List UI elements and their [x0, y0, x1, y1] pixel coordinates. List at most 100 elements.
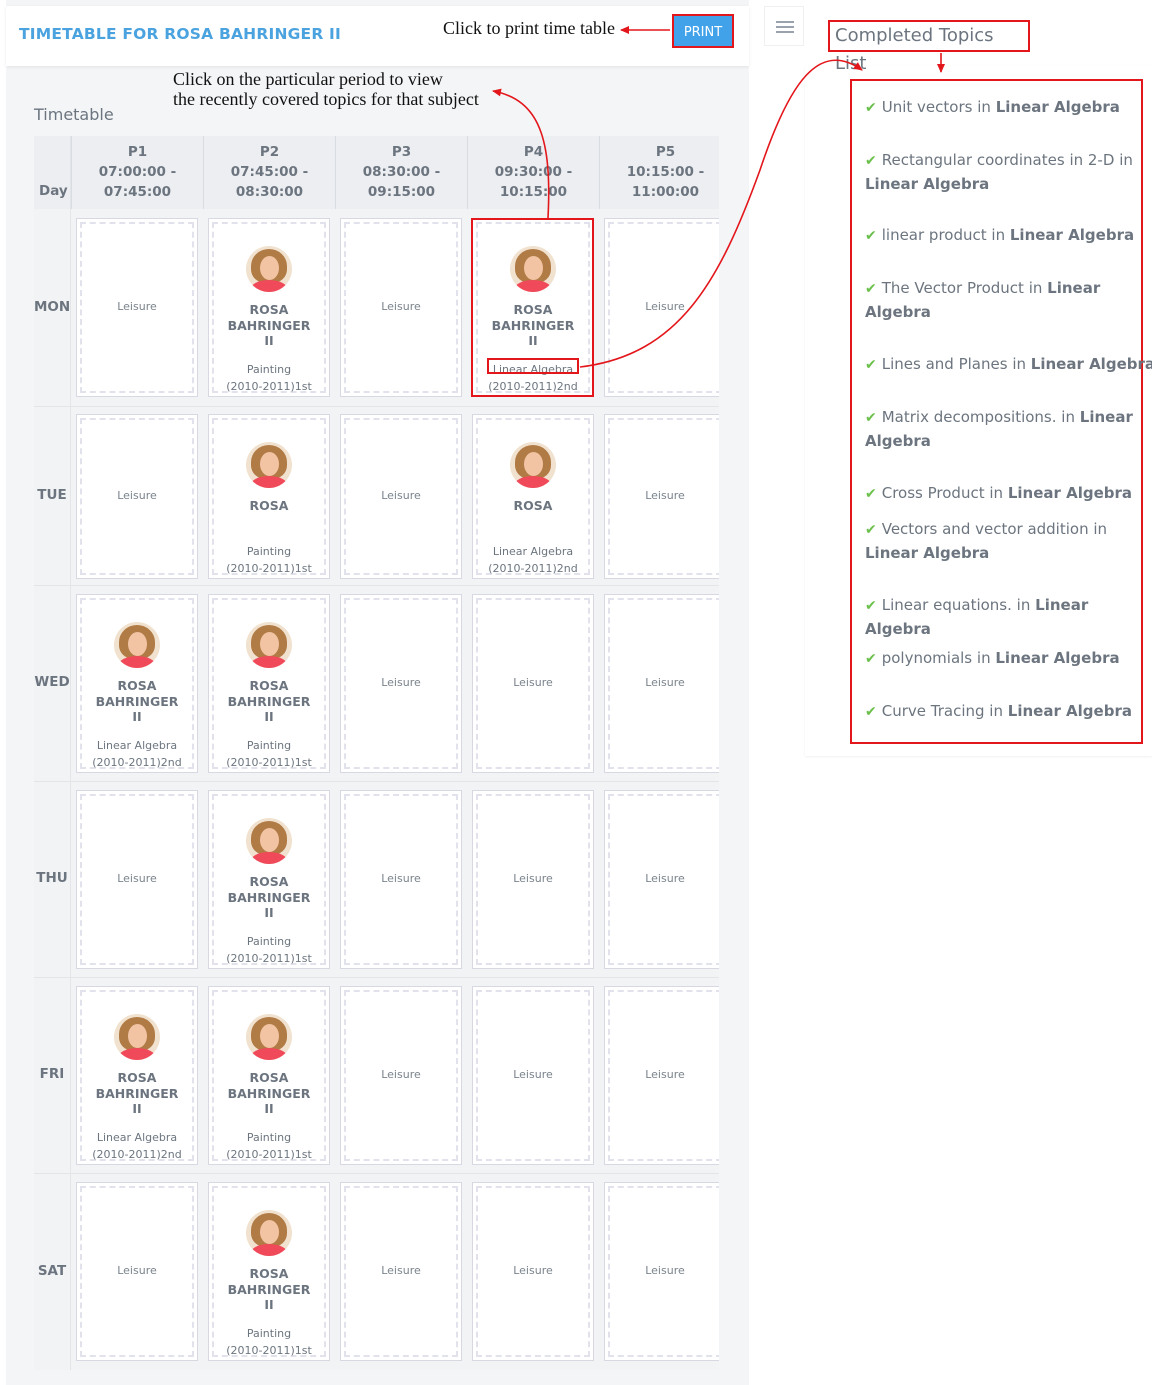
- check-icon: ✔: [865, 598, 877, 614]
- topic-item: ✔ Rectangular coordinates in 2-D in Linea…: [865, 151, 1133, 193]
- period-cell-wed-p3[interactable]: Leisure: [340, 594, 462, 773]
- day-label-sat: SAT: [37, 1262, 67, 1279]
- check-icon: ✔: [865, 100, 877, 116]
- teacher-avatar: [246, 622, 292, 668]
- topic-subject: Linear Algebra: [1030, 355, 1152, 373]
- leisure-label: Leisure: [513, 871, 553, 885]
- topic-item: ✔ linear product in Linear Algebra: [865, 226, 1135, 244]
- period-cell-thu-p2[interactable]: ROSA BAHRINGER II Painting (2010-2011)1st: [208, 790, 330, 969]
- teacher-avatar: [246, 1210, 292, 1256]
- menu-button[interactable]: [764, 6, 804, 46]
- leisure-label: Leisure: [381, 871, 421, 885]
- leisure-label: Leisure: [645, 871, 685, 885]
- page-title: TIMETABLE FOR ROSA BAHRINGER II: [19, 25, 341, 43]
- topic-subject: Linear Algebra: [995, 649, 1120, 667]
- period-cell-sat-p2[interactable]: ROSA BAHRINGER II Painting (2010-2011)1st: [208, 1182, 330, 1361]
- timetable-grid: Day P1 07:00:00 -07:45:00 P2 07:45:00 -08:3…: [34, 136, 719, 1370]
- day-label-wed: WED: [34, 674, 70, 690]
- period-cell-tue-p5[interactable]: Leisure: [604, 414, 719, 579]
- period-cell-thu-p3[interactable]: Leisure: [340, 790, 462, 969]
- subject-name: Painting: [246, 545, 292, 558]
- subject-name: Linear Algebra: [492, 545, 574, 558]
- period-cell-sat-p3[interactable]: Leisure: [340, 1182, 462, 1361]
- period-annotation-line2: the recently covered topics for that sub…: [173, 89, 479, 109]
- period-cell-fri-p5[interactable]: Leisure: [604, 986, 719, 1165]
- row-divider: [34, 406, 719, 407]
- teacher-name: ROSABAHRINGERII: [492, 498, 575, 515]
- teacher-name: ROSABAHRINGERII: [227, 874, 311, 920]
- period-cell-mon-p2[interactable]: ROSA BAHRINGER II Painting (2010-2011)1st: [208, 218, 330, 397]
- leisure-label: Leisure: [381, 1067, 421, 1081]
- period-cell-thu-p1[interactable]: Leisure: [76, 790, 198, 969]
- period-cell-fri-p3[interactable]: Leisure: [340, 986, 462, 1165]
- period-cell-fri-p1[interactable]: ROSA BAHRINGER II Linear Algebra (2010-2011)…: [76, 986, 198, 1165]
- period-cell-mon-p5[interactable]: Leisure: [604, 218, 719, 397]
- topic-name: polynomials: [881, 649, 973, 667]
- teacher-name: ROSABAHRINGERII: [227, 302, 311, 348]
- teacher-name: ROSABAHRINGERII: [227, 1070, 311, 1116]
- topic-subject: Linear Algebra: [865, 544, 990, 562]
- day-label-fri: FRI: [39, 1066, 65, 1082]
- leisure-label: Leisure: [645, 1067, 685, 1081]
- leisure-label: Leisure: [645, 488, 685, 502]
- period-header-p2: P2 07:45:00 -08:30:00: [203, 136, 335, 209]
- topic-name: Cross Product: [881, 484, 985, 502]
- topic-subject: Linear Algebra: [1007, 484, 1133, 502]
- subject-name: Linear Algebra: [96, 739, 178, 752]
- teacher-avatar: [246, 818, 292, 864]
- row-divider: [34, 1173, 719, 1174]
- topic-name: Vectors and vector addition: [881, 520, 1089, 538]
- row-divider: [34, 781, 719, 782]
- leisure-label: Leisure: [117, 871, 157, 885]
- topic-name: The Vector Product: [881, 279, 1024, 297]
- subject-name: Painting: [246, 935, 292, 948]
- period-cell-fri-p2[interactable]: ROSA BAHRINGER II Painting (2010-2011)1st: [208, 986, 330, 1165]
- period-cell-sat-p5[interactable]: Leisure: [604, 1182, 719, 1361]
- leisure-label: Leisure: [117, 299, 157, 313]
- topic-item: ✔ The Vector Product in Linear Algebra: [865, 279, 1101, 321]
- topic-name: Lines and Planes: [881, 355, 1008, 373]
- period-cell-sat-p1[interactable]: Leisure: [76, 1182, 198, 1361]
- period-cell-fri-p4[interactable]: Leisure: [472, 986, 594, 1165]
- subject-name: Painting: [246, 1327, 292, 1340]
- row-divider: [34, 977, 719, 978]
- topic-name: Rectangular coordinates in 2-D: [881, 151, 1115, 169]
- teacher-name: ROSABAHRINGERII: [95, 678, 179, 724]
- teacher-name: ROSABAHRINGERII: [227, 1266, 311, 1312]
- period-cell-tue-p4[interactable]: ROSABAHRINGERII Linear Algebra (2010-2011)…: [472, 414, 594, 579]
- period-cell-wed-p4[interactable]: Leisure: [472, 594, 594, 773]
- period-cell-tue-p3[interactable]: Leisure: [340, 414, 462, 579]
- period-cell-tue-p2[interactable]: ROSABAHRINGERII Painting (2010-2011)1st: [208, 414, 330, 579]
- teacher-name: ROSABAHRINGERII: [228, 498, 311, 515]
- period-annotation-line1: Click on the particular period to view: [173, 69, 443, 89]
- subject-batch: (2010-2011)1st: [226, 952, 312, 965]
- subject-batch: (2010-2011)1st: [226, 1344, 312, 1357]
- check-icon: ✔: [865, 228, 877, 244]
- print-button[interactable]: PRINT: [672, 14, 734, 48]
- period-cell-wed-p2[interactable]: ROSA BAHRINGER II Painting (2010-2011)1st: [208, 594, 330, 773]
- teacher-avatar: [246, 442, 292, 488]
- period-cell-mon-p1[interactable]: Leisure: [76, 218, 198, 397]
- period-cell-thu-p4[interactable]: Leisure: [472, 790, 594, 969]
- subject-name: Painting: [246, 1131, 292, 1144]
- leisure-label: Leisure: [645, 299, 685, 313]
- period-cell-tue-p1[interactable]: Leisure: [76, 414, 198, 579]
- day-column-header: Day: [39, 183, 68, 199]
- check-icon: ✔: [865, 522, 877, 538]
- teacher-avatar: [246, 1014, 292, 1060]
- period-cell-thu-p5[interactable]: Leisure: [604, 790, 719, 969]
- period-cell-sat-p4[interactable]: Leisure: [472, 1182, 594, 1361]
- check-icon: ✔: [865, 651, 877, 667]
- topic-item: ✔ Cross Product in Linear Algebra: [865, 484, 1133, 502]
- period-header-p5: P5 10:15:00 -11:00:00: [599, 136, 719, 209]
- period-cell-wed-p1[interactable]: ROSA BAHRINGER II Linear Algebra (2010-2011)…: [76, 594, 198, 773]
- teacher-avatar: [246, 246, 292, 292]
- topic-item: ✔ Lines and Planes in Linear Algebra: [865, 353, 1152, 377]
- period-cell-mon-p3[interactable]: Leisure: [340, 218, 462, 397]
- leisure-label: Leisure: [381, 675, 421, 689]
- check-icon: ✔: [865, 704, 877, 720]
- leisure-label: Leisure: [381, 1263, 421, 1277]
- leisure-label: Leisure: [117, 488, 157, 502]
- check-icon: ✔: [865, 153, 877, 169]
- period-cell-wed-p5[interactable]: Leisure: [604, 594, 719, 773]
